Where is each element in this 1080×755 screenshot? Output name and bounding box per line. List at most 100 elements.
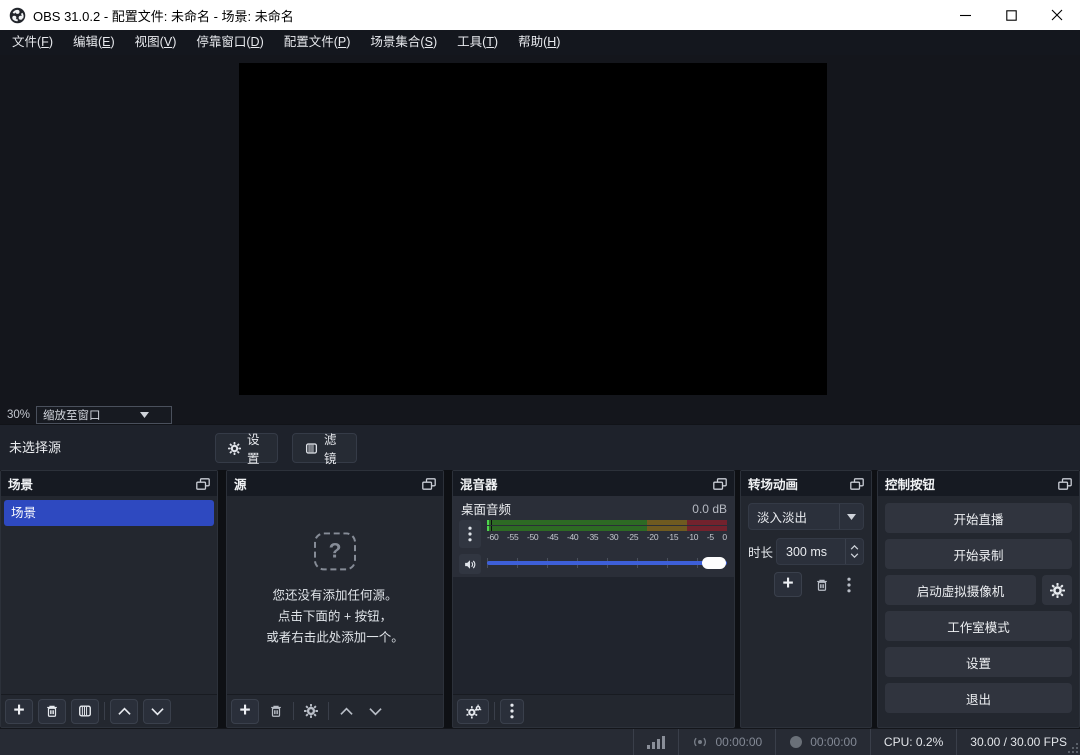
mute-button[interactable] [459, 554, 481, 574]
mixer-toolbar [453, 694, 734, 727]
trash-icon [45, 704, 59, 718]
desktop-audio-channel: 桌面音频 0.0 dB [453, 496, 734, 582]
gear-icon [1050, 583, 1065, 598]
menu-item[interactable]: 编辑(E) [63, 30, 125, 55]
source-properties-toolbar-button[interactable] [299, 699, 323, 724]
kebab-menu-icon [847, 577, 851, 593]
remove-source-button[interactable] [264, 699, 288, 724]
fps-indicator: 30.00 / 30.00 FPS [957, 735, 1080, 749]
dock-area: 场景 场景 + [0, 470, 1080, 728]
move-scene-down-button[interactable] [143, 699, 171, 724]
volume-slider[interactable] [487, 556, 727, 570]
duration-label: 时长 [748, 542, 776, 561]
no-source-selected-label: 未选择源 [9, 425, 61, 471]
meter-scale-tick: -5 [707, 532, 714, 542]
sources-empty-line: 您还没有添加任何源。 [227, 585, 443, 606]
mixer-body: 桌面音频 0.0 dB [453, 496, 734, 694]
close-button[interactable] [1034, 0, 1080, 30]
remove-transition-button[interactable] [810, 572, 834, 597]
resize-grip[interactable] [1067, 742, 1079, 754]
meter-scale-tick: -35 [587, 532, 598, 542]
transition-select[interactable]: 淡入淡出 [748, 503, 864, 530]
meter-scale-tick: -15 [667, 532, 678, 542]
meter-scale-tick: -10 [687, 532, 698, 542]
stream-time-value: 00:00:00 [715, 735, 762, 749]
menu-item[interactable]: 停靠窗口(D) [186, 30, 273, 55]
popout-icon[interactable] [196, 478, 210, 490]
scene-list-item[interactable]: 场景 [4, 500, 214, 526]
sources-panel-header: 源 [227, 471, 443, 496]
sources-list[interactable]: ? 您还没有添加任何源。 点击下面的 + 按钮， 或者右击此处添加一个。 [227, 496, 443, 694]
add-transition-button[interactable]: + [774, 572, 802, 597]
exit-button[interactable]: 退出 [885, 683, 1072, 713]
add-source-button[interactable]: + [231, 699, 259, 724]
mixer-panel-title: 混音器 [460, 474, 498, 493]
meter-scale-tick: -20 [647, 532, 658, 542]
mixer-options-button[interactable] [500, 699, 524, 724]
slider-handle[interactable] [702, 557, 726, 569]
chevron-up-icon [340, 707, 353, 716]
sources-toolbar: + [227, 694, 443, 727]
duration-spinbox[interactable]: 300 ms [776, 538, 864, 565]
transition-options-button[interactable] [842, 572, 856, 597]
settings-button[interactable]: 设置 [885, 647, 1072, 677]
source-properties-button[interactable]: 设置 [215, 433, 278, 463]
meter-scale-tick: -50 [527, 532, 538, 542]
transition-select-value: 淡入淡出 [749, 507, 807, 526]
popout-icon[interactable] [713, 478, 727, 490]
mixer-panel-header: 混音器 [453, 471, 734, 496]
popout-icon[interactable] [422, 478, 436, 490]
move-source-up-button[interactable] [334, 699, 358, 724]
meter-scale-tick: -30 [607, 532, 618, 542]
toolbar-separator [293, 702, 294, 720]
minimize-button[interactable] [942, 0, 988, 30]
channel-options-button[interactable] [459, 520, 481, 548]
meter-scale-tick: -45 [547, 532, 558, 542]
signal-bars-icon [647, 735, 665, 749]
menu-item[interactable]: 场景集合(S) [360, 30, 447, 55]
program-canvas[interactable] [239, 63, 827, 395]
controls-panel-header: 控制按钮 [878, 471, 1079, 496]
spin-arrows[interactable] [845, 539, 863, 564]
studio-mode-button[interactable]: 工作室模式 [885, 611, 1072, 641]
popout-icon[interactable] [850, 478, 864, 490]
chevron-down-icon [839, 504, 863, 529]
maximize-button[interactable] [988, 0, 1034, 30]
start-recording-button[interactable]: 开始录制 [885, 539, 1072, 569]
popout-icon[interactable] [1058, 478, 1072, 490]
menu-item[interactable]: 文件(F) [2, 30, 63, 55]
virtual-camera-config-button[interactable] [1042, 575, 1072, 605]
volume-meter: -60-55-50-45-40-35-30-25-20-15-10-50 [487, 520, 727, 548]
scene-filters-button[interactable] [71, 699, 99, 724]
gear-icon [228, 442, 241, 455]
start-streaming-button[interactable]: 开始直播 [885, 503, 1072, 533]
plus-icon: + [13, 701, 24, 720]
menu-item[interactable]: 配置文件(P) [274, 30, 361, 55]
chevron-down-icon [151, 707, 164, 716]
duration-value: 300 ms [777, 545, 827, 559]
sources-empty-state: ? 您还没有添加任何源。 点击下面的 + 按钮， 或者右击此处添加一个。 [227, 532, 443, 648]
transitions-panel-title: 转场动画 [748, 474, 798, 493]
kebab-menu-icon [510, 703, 514, 719]
mixer-empty-area [453, 577, 734, 694]
add-scene-button[interactable]: + [5, 699, 33, 724]
menu-item[interactable]: 工具(T) [447, 30, 508, 55]
menu-item[interactable]: 视图(V) [125, 30, 187, 55]
gear-icon [304, 704, 318, 718]
move-source-down-button[interactable] [363, 699, 387, 724]
zoom-mode-dropdown[interactable]: 缩放至窗口 [36, 406, 172, 424]
source-properties-label: 设置 [247, 429, 265, 467]
preview-zoom-row: 30% 缩放至窗口 [7, 405, 172, 424]
start-virtual-camera-button[interactable]: 启动虚拟摄像机 [885, 575, 1036, 605]
chevron-up-icon [118, 707, 131, 716]
menu-item[interactable]: 帮助(H) [508, 30, 570, 55]
source-filters-button[interactable]: 滤镜 [292, 433, 357, 463]
channel-name-label: 桌面音频 [461, 499, 511, 518]
advanced-audio-properties-button[interactable] [457, 699, 489, 724]
menu-bar: 文件(F)编辑(E)视图(V)停靠窗口(D)配置文件(P)场景集合(S)工具(T… [0, 30, 1080, 55]
remove-scene-button[interactable] [38, 699, 66, 724]
meter-bar-left [487, 520, 727, 525]
move-scene-up-button[interactable] [110, 699, 138, 724]
sources-panel-title: 源 [234, 474, 247, 493]
cpu-usage: CPU: 0.2% [871, 735, 956, 749]
